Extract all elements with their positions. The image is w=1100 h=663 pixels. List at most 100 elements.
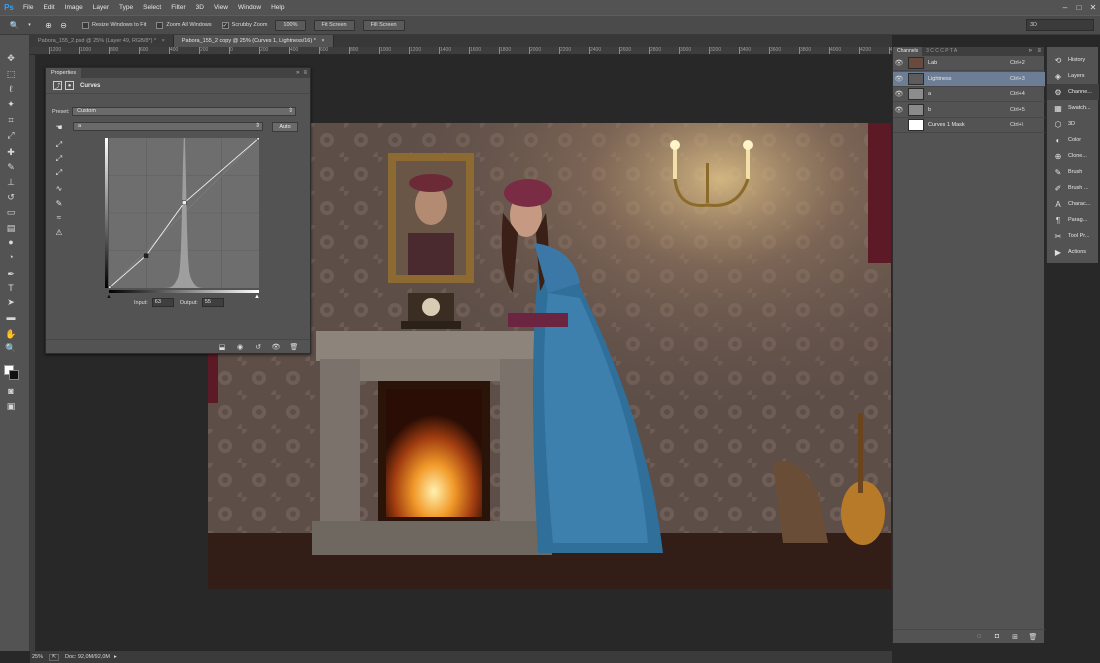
channel-row[interactable]: Curves 1 Mask Ctrl+\	[893, 118, 1045, 133]
tab-document-1[interactable]: Pabora_155_2.psd @ 25% (Layer 49, RGB/8*…	[30, 35, 174, 47]
menu-window[interactable]: Window	[233, 0, 266, 15]
channel-select[interactable]: a	[73, 122, 263, 131]
dock-item-3d[interactable]: ⬡ 3D	[1047, 116, 1099, 132]
other-panel-tabs[interactable]: 3 C C C P T A	[922, 47, 961, 56]
healing-brush-tool-icon[interactable]: ✚	[4, 145, 18, 159]
gray-point-eyedropper-icon[interactable]: ⤢	[53, 153, 65, 165]
curve-graph[interactable]	[106, 130, 262, 291]
crop-tool-icon[interactable]: ⌗	[4, 113, 18, 127]
rectangle-tool-icon[interactable]: ▬	[4, 310, 18, 324]
visibility-eye-icon[interactable]: 👁	[893, 102, 905, 117]
workspace-select[interactable]: 3D	[1026, 19, 1094, 31]
clip-to-layer-icon[interactable]: ⬓	[216, 342, 228, 352]
dodge-tool-icon[interactable]: ◔	[4, 250, 18, 264]
zoom-all-checkbox[interactable]: Zoom All Windows	[156, 21, 212, 29]
screen-mode-icon[interactable]: ▣	[4, 399, 18, 413]
edit-points-icon[interactable]: ∿	[53, 182, 65, 194]
quick-select-tool-icon[interactable]: ✦	[4, 97, 18, 111]
tab-properties[interactable]: Properties	[46, 68, 82, 78]
dock-item-tool-pr[interactable]: ✂ Tool Pr...	[1047, 228, 1099, 244]
menu-type[interactable]: Type	[114, 0, 138, 15]
channel-row[interactable]: 👁 Lab Ctrl+2	[893, 56, 1045, 71]
fit-screen-button[interactable]: Fit Screen	[313, 19, 355, 31]
minimize-button[interactable]: –	[1058, 0, 1072, 15]
zoom-in-icon[interactable]: ⊕	[42, 19, 55, 32]
menu-select[interactable]: Select	[138, 0, 166, 15]
input-field[interactable]: 63	[151, 298, 174, 307]
dock-item-swatch[interactable]: ▦ Swatch...	[1047, 100, 1099, 116]
gradient-tool-icon[interactable]: ▤	[4, 221, 18, 235]
fill-screen-button[interactable]: Fill Screen	[362, 19, 405, 31]
delete-channel-icon[interactable]: 🗑	[1027, 632, 1039, 642]
menu-image[interactable]: Image	[60, 0, 88, 15]
menu-help[interactable]: Help	[266, 0, 289, 15]
eraser-tool-icon[interactable]: ▭	[4, 205, 18, 219]
resize-windows-checkbox[interactable]: Resize Windows to Fit	[82, 21, 146, 29]
channel-row[interactable]: 👁 b Ctrl+5	[893, 103, 1045, 118]
panel-menu-icon[interactable]: ≡	[1037, 47, 1041, 56]
white-point-eyedropper-icon[interactable]: ⤢	[53, 167, 65, 179]
menu-layer[interactable]: Layer	[88, 0, 114, 15]
collapse-icon[interactable]: »	[296, 70, 299, 76]
dock-item-brush[interactable]: ✐ Brush ...	[1047, 180, 1099, 196]
scrubby-zoom-checkbox[interactable]: ✓ Scrubby Zoom	[221, 21, 267, 29]
marquee-tool-icon[interactable]: ⬚	[4, 67, 18, 81]
dock-item-layers[interactable]: ◈ Layers	[1047, 68, 1099, 84]
chevron-down-icon[interactable]: ▾	[23, 19, 36, 32]
dock-item-clone[interactable]: ⊕ Clone...	[1047, 148, 1099, 164]
preset-select[interactable]: Custom	[72, 107, 296, 116]
doc-size[interactable]: Doc: 92,0M/92,0M	[65, 654, 110, 660]
menu-filter[interactable]: Filter	[166, 0, 190, 15]
lasso-tool-icon[interactable]: ℓ	[4, 82, 18, 96]
save-selection-icon[interactable]: ◘	[991, 632, 1003, 642]
targeted-adjustment-icon[interactable]: ☚	[53, 121, 65, 133]
brush-tool-icon[interactable]: ✎	[4, 160, 18, 174]
zoom-out-icon[interactable]: ⊖	[57, 19, 70, 32]
pen-tool-icon[interactable]: ✒	[4, 267, 18, 281]
menu-view[interactable]: View	[209, 0, 233, 15]
hand-tool-icon[interactable]: ✋	[4, 327, 18, 341]
move-tool-icon[interactable]: ✥	[4, 51, 18, 65]
curve-control-point[interactable]	[143, 253, 149, 258]
background-color-swatch[interactable]	[9, 370, 19, 380]
visibility-eye-icon[interactable]: 👁	[893, 87, 905, 102]
view-previous-icon[interactable]: ◉	[234, 342, 246, 352]
delete-icon[interactable]: 🗑	[288, 342, 300, 352]
visibility-eye-icon[interactable]: 👁	[893, 56, 905, 71]
blur-tool-icon[interactable]: ●	[4, 235, 18, 249]
menu-3d[interactable]: 3D	[191, 0, 209, 15]
menu-file[interactable]: File	[18, 0, 38, 15]
status-arrow-icon[interactable]: ▸	[114, 654, 117, 660]
zoom-level[interactable]: 25%	[32, 654, 43, 660]
draw-curve-icon[interactable]: ✎	[53, 197, 65, 209]
new-channel-icon[interactable]: ⊞	[1009, 632, 1021, 642]
collapse-icon[interactable]: »	[1029, 47, 1032, 56]
clone-stamp-tool-icon[interactable]: ⊥	[4, 175, 18, 189]
dock-item-channe[interactable]: ⚙ Channe...	[1047, 84, 1099, 100]
smooth-curve-icon[interactable]: ≈	[53, 211, 65, 223]
history-brush-tool-icon[interactable]: ↺	[4, 190, 18, 204]
close-icon[interactable]: ×	[162, 38, 165, 44]
eyedropper-tool-icon[interactable]: ⤢	[4, 128, 18, 142]
dock-item-parag[interactable]: ¶ Parag...	[1047, 212, 1099, 228]
dock-item-actions[interactable]: ▶ Actions	[1047, 244, 1099, 260]
load-selection-icon[interactable]: ◌	[973, 632, 985, 642]
output-field[interactable]: 55	[201, 298, 224, 307]
visibility-icon[interactable]: 👁	[270, 342, 282, 352]
path-select-tool-icon[interactable]: ➤	[4, 295, 18, 309]
curve-control-point[interactable]	[106, 285, 112, 291]
type-tool-icon[interactable]: T	[4, 281, 18, 295]
quick-mask-icon[interactable]: ◙	[4, 384, 18, 398]
reset-icon[interactable]: ↺	[252, 342, 264, 352]
export-icon[interactable]: ⇱	[49, 653, 60, 661]
black-slider-icon[interactable]: ▲	[106, 294, 112, 300]
dock-item-charac[interactable]: A Charac...	[1047, 196, 1099, 212]
clipping-warning-icon[interactable]: ⚠	[53, 226, 65, 238]
zoom-tool-icon[interactable]: 🔍	[4, 341, 18, 355]
panel-menu-icon[interactable]: ≡	[303, 70, 307, 76]
zoom-tool-icon[interactable]: 🔍	[8, 19, 21, 32]
menu-edit[interactable]: Edit	[38, 0, 59, 15]
auto-button[interactable]: Auto	[272, 122, 298, 132]
curve-control-point[interactable]	[256, 135, 262, 141]
channel-row[interactable]: 👁 Lightness Ctrl+3	[893, 71, 1045, 87]
